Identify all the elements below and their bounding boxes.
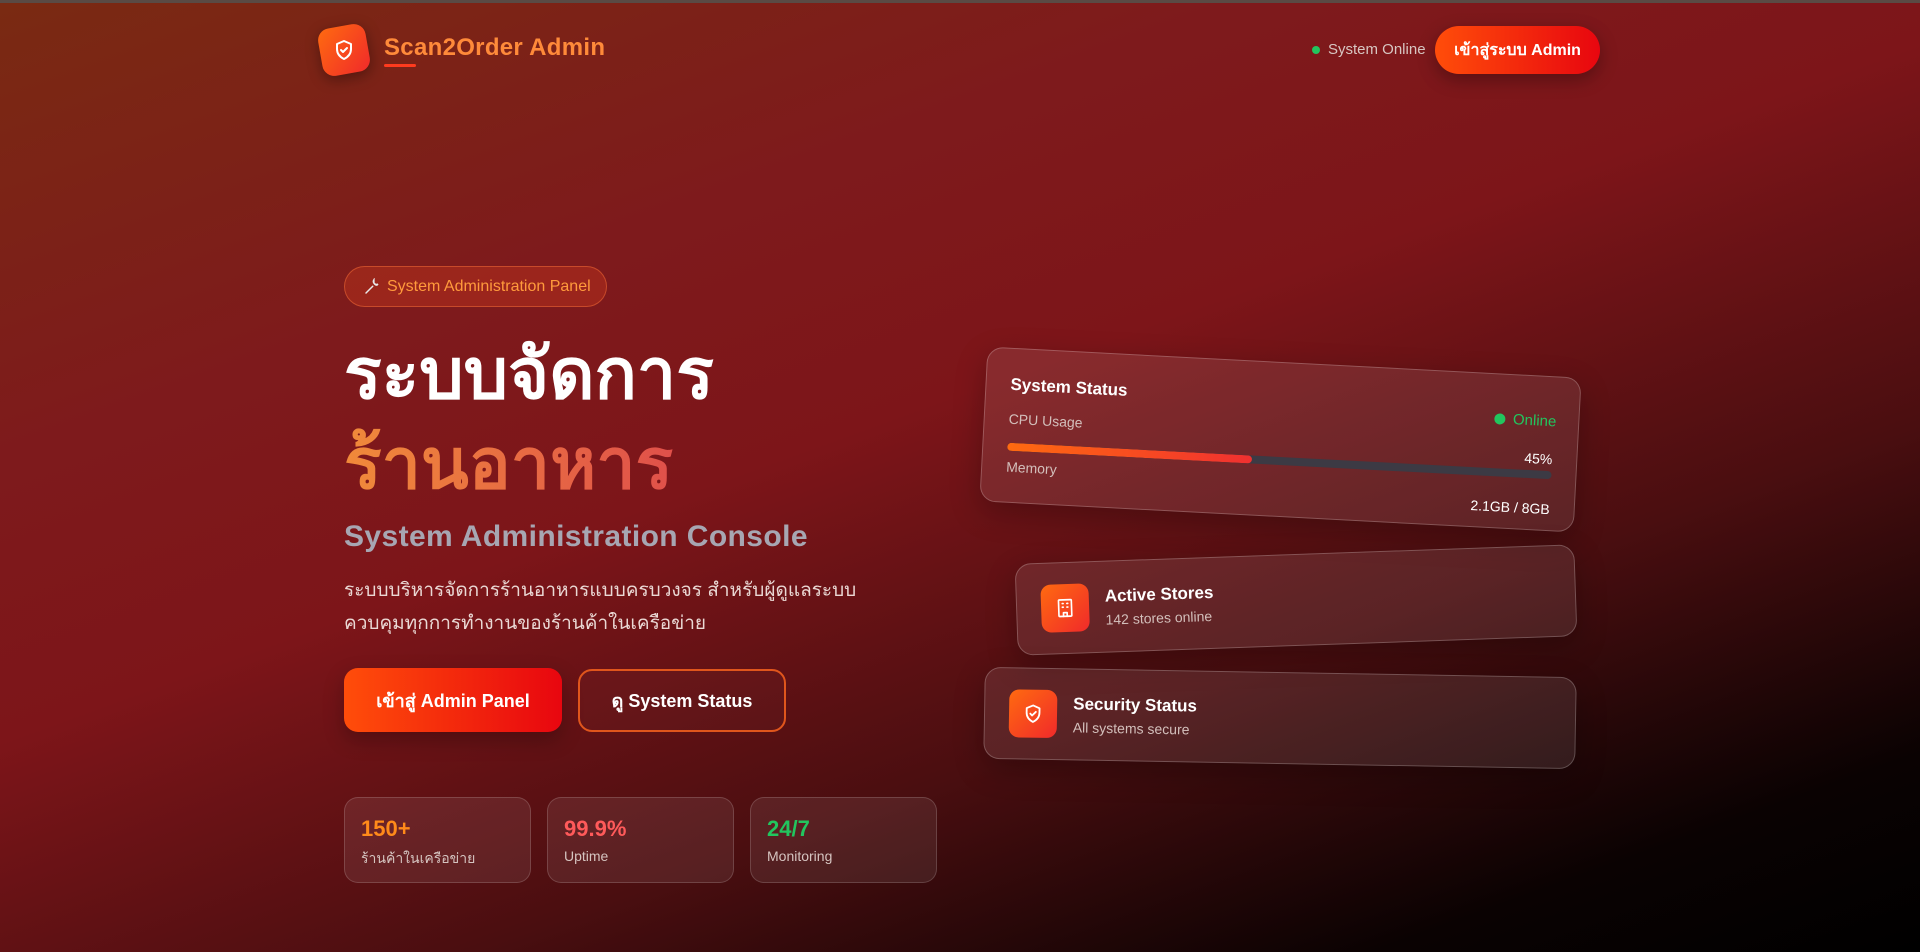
active-stores-title: Active Stores (1104, 582, 1214, 606)
cpu-usage-value: 45% (1523, 449, 1553, 468)
hero-description-line2: ควบคุมทุกการทำงานของร้านค้าในเครือข่าย (344, 613, 707, 634)
stat-label: Monitoring (767, 848, 833, 864)
system-status-card: System Status Online CPU Usage 45% Memor… (979, 346, 1582, 533)
shield-check-icon (336, 40, 352, 60)
system-status-title: System Status (1010, 374, 1129, 400)
building-icon-box (1040, 583, 1090, 633)
panel-badge: System Administration Panel (344, 266, 607, 307)
hero-description-line1: ระบบบริหารจัดการร้านอาหารแบบครบวงจร สำหร… (344, 580, 857, 601)
stat-label: Uptime (564, 848, 609, 864)
hero-title-line1: ระบบจัดการ (344, 335, 714, 413)
hero-title-line2: ร้านอาหาร (344, 425, 674, 503)
hero-subtitle: System Administration Console (344, 520, 808, 553)
online-indicator: Online (1493, 410, 1557, 431)
active-stores-subtitle: 142 stores online (1105, 607, 1213, 628)
panel-badge-text: System Administration Panel (387, 277, 591, 295)
stat-card-monitoring: 24/7 Monitoring (750, 797, 937, 883)
security-status-title: Security Status (1073, 693, 1198, 716)
stat-card-uptime: 99.9% Uptime (547, 797, 734, 883)
active-stores-card[interactable]: Active Stores 142 stores online (1014, 544, 1578, 656)
wrench-icon (365, 277, 379, 294)
system-online-indicator: System Online (1312, 41, 1426, 58)
header: Scan2Order Admin System Online เข้าสู่ระ… (0, 0, 1920, 100)
stat-value: 150+ (361, 816, 411, 841)
shield-icon-box (1008, 689, 1058, 739)
enter-admin-panel-button[interactable]: เข้าสู่ Admin Panel (344, 668, 562, 732)
online-label: Online (1512, 411, 1557, 431)
stat-value: 99.9% (564, 816, 627, 841)
cpu-usage-label: CPU Usage (1008, 410, 1083, 431)
admin-login-button[interactable]: เข้าสู่ระบบ Admin (1435, 26, 1600, 74)
view-system-status-button[interactable]: ดู System Status (578, 669, 786, 732)
hero-description: ระบบบริหารจัดการร้านอาหารแบบครบวงจร สำหร… (344, 574, 904, 640)
stat-label: ร้านค้าในเครือข่าย (361, 850, 476, 866)
security-status-subtitle: All systems secure (1072, 718, 1190, 737)
memory-label: Memory (1005, 458, 1058, 478)
cpu-usage-bar (1007, 442, 1552, 480)
stat-card-stores: 150+ ร้านค้าในเครือข่าย (344, 797, 531, 883)
status-dot-icon (1312, 45, 1320, 54)
brand-underline (384, 64, 416, 67)
logo[interactable] (316, 22, 372, 78)
shield-check-icon (1025, 704, 1041, 723)
status-dot-icon (1493, 413, 1506, 425)
brand-name[interactable]: Scan2Order Admin (384, 34, 605, 62)
building-icon (1057, 598, 1073, 618)
memory-value: 2.1GB / 8GB (1470, 497, 1551, 518)
stat-value: 24/7 (767, 816, 810, 841)
system-online-label: System Online (1328, 41, 1426, 58)
security-status-card[interactable]: Security Status All systems secure (983, 666, 1577, 770)
